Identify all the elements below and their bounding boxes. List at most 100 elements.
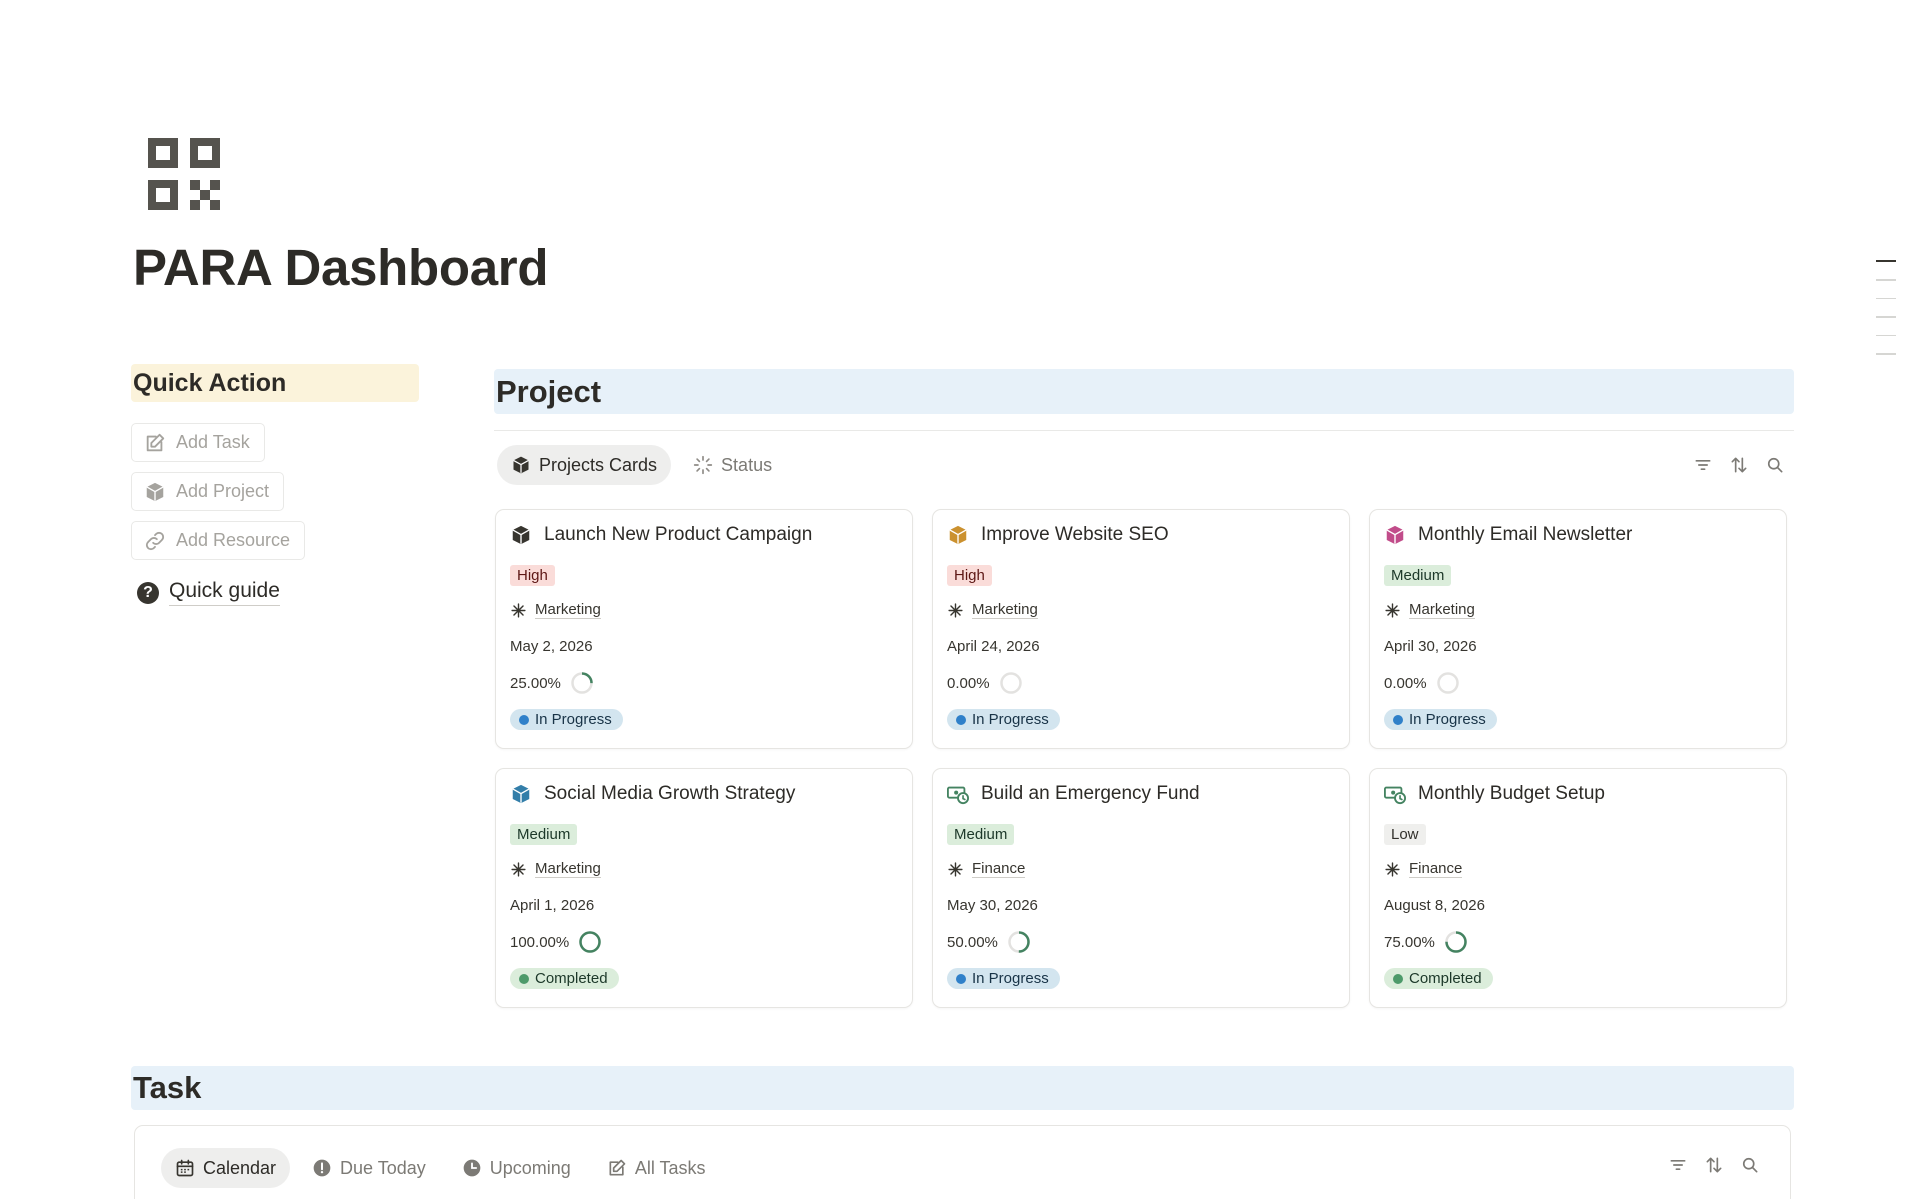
add-resource-button[interactable]: Add Resource — [131, 521, 306, 560]
area-label: Finance — [1409, 860, 1463, 878]
tab-label: Projects Cards — [539, 454, 658, 475]
status-label: In Progress — [535, 711, 612, 728]
project-card[interactable]: Improve Website SEO High Marketing April 24… — [932, 509, 1350, 749]
progress-text: 0.00% — [947, 674, 990, 692]
area-label: Marketing — [535, 601, 601, 619]
asterisk-icon — [1385, 602, 1400, 618]
area-relation[interactable]: Marketing — [1384, 601, 1475, 619]
search-icon[interactable] — [1740, 1155, 1760, 1175]
filter-icon[interactable] — [1668, 1155, 1688, 1175]
tab-projects-cards[interactable]: Projects Cards — [497, 445, 672, 485]
cube-icon — [512, 525, 530, 545]
area-label: Marketing — [1409, 601, 1475, 619]
area-relation[interactable]: Finance — [1384, 860, 1463, 878]
tab-label: All Tasks — [634, 1157, 706, 1178]
task-view-tabs: Calendar Due Today Upcoming All Tasks — [161, 1148, 728, 1188]
progress-text: 50.00% — [947, 933, 998, 951]
card-title-text: Launch New Product Campaign — [544, 524, 813, 545]
card-title[interactable]: Build an Emergency Fund — [947, 783, 1200, 805]
progress-text: 100.00% — [510, 933, 570, 951]
outline-line[interactable] — [1876, 260, 1896, 262]
progress-ring-icon — [571, 672, 593, 694]
asterisk-icon — [948, 861, 963, 877]
due-date: April 24, 2026 — [947, 638, 1040, 655]
filter-icon[interactable] — [1693, 455, 1713, 475]
outline-line[interactable] — [1876, 334, 1896, 336]
add-project-button[interactable]: Add Project — [131, 472, 285, 511]
project-heading-text: Project — [496, 374, 602, 409]
tab-calendar[interactable]: Calendar — [161, 1148, 291, 1188]
question-circle-icon: ? — [137, 581, 159, 604]
card-title[interactable]: Monthly Budget Setup — [1384, 783, 1605, 805]
sort-icon[interactable] — [1704, 1155, 1724, 1175]
area-relation[interactable]: Finance — [947, 860, 1026, 878]
outline-line[interactable] — [1876, 353, 1896, 355]
tab-status[interactable]: Status — [679, 445, 786, 485]
area-relation[interactable]: Marketing — [510, 860, 601, 878]
card-title[interactable]: Launch New Product Campaign — [510, 524, 812, 546]
status-label: In Progress — [1409, 711, 1486, 728]
card-title[interactable]: Social Media Growth Strategy — [510, 783, 795, 805]
outline-line[interactable] — [1876, 316, 1896, 318]
card-title[interactable]: Improve Website SEO — [947, 524, 1169, 546]
card-title-text: Monthly Email Newsletter — [1418, 524, 1633, 545]
project-view-tabs: Projects Cards Status — [497, 445, 794, 485]
priority-tag: Low — [1384, 824, 1426, 845]
status-dot — [956, 973, 966, 984]
due-date: April 30, 2026 — [1384, 638, 1477, 655]
tab-all-tasks[interactable]: All Tasks — [593, 1148, 720, 1188]
progress-text: 0.00% — [1384, 674, 1427, 692]
project-card[interactable]: Monthly Budget Setup Low Finance August 8, … — [1369, 768, 1787, 1008]
cube-icon — [1386, 525, 1404, 545]
asterisk-icon — [1385, 861, 1400, 877]
status-badge: In Progress — [947, 968, 1060, 989]
progress-field: 100.00% — [510, 930, 602, 954]
page-title: PARA Dashboard — [133, 239, 549, 296]
status-badge: In Progress — [510, 709, 623, 730]
progress-field: 0.00% — [1384, 671, 1460, 695]
priority-tag: Medium — [1384, 565, 1452, 586]
quick-guide-link[interactable]: ? Quick guide — [137, 579, 280, 606]
area-relation[interactable]: Marketing — [510, 601, 601, 619]
due-date: April 1, 2026 — [510, 897, 595, 914]
task-heading-text: Task — [133, 1070, 202, 1105]
project-heading: Project — [494, 369, 1794, 414]
outline-line[interactable] — [1876, 297, 1896, 299]
status-dot — [1393, 973, 1403, 984]
search-icon[interactable] — [1765, 455, 1785, 475]
project-card[interactable]: Launch New Product Campaign High Marketing… — [495, 509, 913, 749]
progress-text: 25.00% — [510, 674, 561, 692]
area-relation[interactable]: Marketing — [947, 601, 1038, 619]
cube-icon — [146, 482, 164, 501]
status-badge: Completed — [510, 968, 619, 989]
status-label: In Progress — [972, 711, 1049, 728]
progress-field: 50.00% — [947, 930, 1031, 954]
task-toolbar — [1652, 1155, 1760, 1175]
project-card[interactable]: Monthly Email Newsletter Medium Marketing A… — [1369, 509, 1787, 749]
card-title-text: Build an Emergency Fund — [981, 783, 1200, 804]
project-toolbar — [1677, 455, 1785, 475]
outline-line[interactable] — [1876, 279, 1896, 281]
tab-due-today[interactable]: Due Today — [298, 1148, 440, 1188]
link-icon — [145, 531, 165, 550]
progress-ring-icon — [1445, 931, 1467, 953]
card-title[interactable]: Monthly Email Newsletter — [1384, 524, 1632, 546]
tab-upcoming[interactable]: Upcoming — [448, 1148, 585, 1188]
money-cycle-icon — [947, 786, 969, 805]
priority-tag: High — [510, 565, 555, 586]
quick-action-heading-text: Quick Action — [133, 369, 287, 397]
project-card[interactable]: Build an Emergency Fund Medium Finance May … — [932, 768, 1350, 1008]
status-badge: In Progress — [1384, 709, 1497, 730]
alert-circle-icon — [313, 1159, 331, 1177]
calendar-icon — [176, 1159, 194, 1177]
asterisk-icon — [511, 861, 526, 877]
progress-field: 0.00% — [947, 671, 1023, 695]
table-of-contents-outline[interactable] — [1876, 260, 1896, 372]
project-card[interactable]: Social Media Growth Strategy Medium Market… — [495, 768, 913, 1008]
asterisk-icon — [511, 602, 526, 618]
status-label: In Progress — [972, 970, 1049, 987]
status-dot — [1393, 714, 1403, 725]
add-task-button[interactable]: Add Task — [131, 423, 265, 462]
sort-icon[interactable] — [1729, 455, 1749, 475]
loading-icon — [693, 455, 713, 475]
